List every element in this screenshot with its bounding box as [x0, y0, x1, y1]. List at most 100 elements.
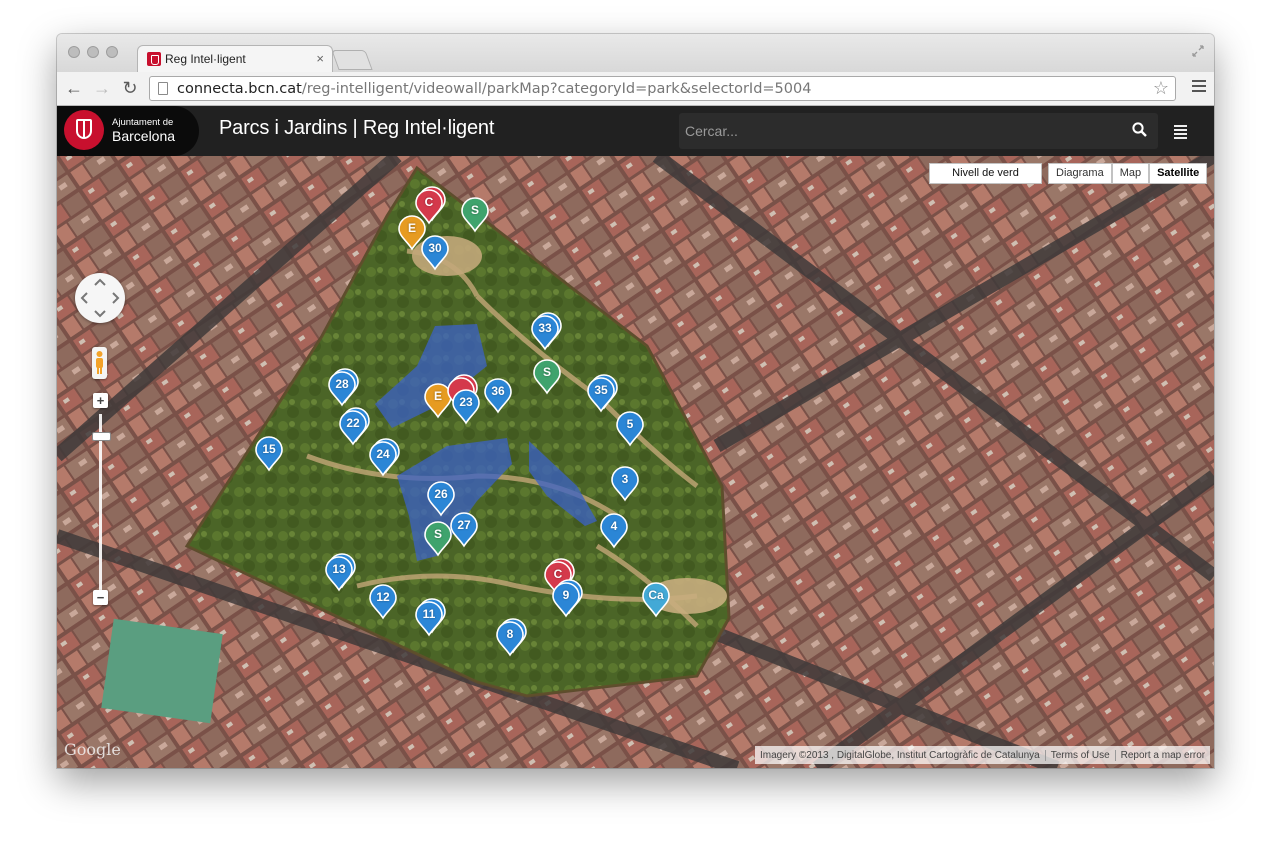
street-view-pegman-icon[interactable] — [92, 347, 107, 379]
marker-label: 9 — [562, 588, 570, 602]
search-input[interactable] — [683, 118, 1107, 144]
marker-label: 12 — [376, 590, 390, 604]
marker-label: S — [470, 203, 479, 217]
satellite-map[interactable]: Nivell de verd Diagrama Map Satellite + … — [57, 156, 1214, 768]
bookmark-star-icon[interactable]: ☆ — [1153, 78, 1169, 99]
pan-control[interactable] — [75, 273, 125, 323]
marker-label: 13 — [332, 562, 346, 576]
map-marker-23[interactable]: 23 — [452, 389, 480, 425]
browser-window: Reg Intel·ligent × ← → ↻ connecta.bcn.ca… — [57, 34, 1214, 768]
marker-label: S — [433, 527, 442, 541]
zoom-out-button[interactable]: − — [93, 590, 108, 605]
logo-line2: Barcelona — [112, 128, 176, 144]
map-type-control: Diagrama Map Satellite — [1048, 163, 1208, 184]
url-path: /reg-intelligent/videowall/parkMap?categ… — [301, 81, 812, 97]
map-marker-12[interactable]: 12 — [369, 584, 397, 620]
marker-label: 28 — [335, 377, 349, 391]
terms-of-use-link[interactable]: Terms of Use — [1046, 749, 1116, 761]
map-attribution: Imagery ©2013 , DigitalGlobe, Institut C… — [755, 746, 1211, 764]
search-bar — [679, 113, 1158, 149]
map-marker-3[interactable]: 3 — [611, 466, 639, 502]
tab-title: Reg Intel·ligent — [165, 52, 246, 66]
map-marker-27[interactable]: 27 — [450, 512, 478, 548]
marker-label: 35 — [594, 383, 608, 397]
fullscreen-icon[interactable] — [1192, 45, 1204, 57]
logo-line1: Ajuntament de — [112, 117, 174, 128]
browser-tab[interactable]: Reg Intel·ligent × — [137, 45, 333, 72]
map-marker-8[interactable]: 8 — [496, 618, 527, 657]
marker-label: 33 — [538, 321, 552, 335]
marker-label: 15 — [262, 442, 276, 456]
pegman-figure-icon — [96, 351, 103, 374]
map-marker-11[interactable]: 11 — [415, 598, 446, 637]
marker-label: 4 — [610, 519, 618, 533]
new-tab-button[interactable] — [331, 50, 373, 70]
hamburger-menu-icon[interactable] — [1174, 125, 1187, 141]
marker-label: 5 — [626, 417, 634, 431]
map-marker-4[interactable]: 4 — [600, 513, 628, 549]
close-window-button[interactable] — [68, 46, 80, 58]
report-map-error-link[interactable]: Report a map error — [1116, 750, 1210, 761]
zoom-in-button[interactable]: + — [93, 393, 108, 408]
google-logo[interactable]: Google — [64, 740, 121, 759]
map-marker-33[interactable]: 33 — [531, 312, 562, 351]
map-marker-15[interactable]: 15 — [255, 436, 283, 472]
marker-label: 11 — [422, 607, 436, 621]
zoom-window-button[interactable] — [106, 46, 118, 58]
tab-close-button[interactable]: × — [316, 51, 324, 66]
app-header: Ajuntament de Barcelona Parcs i Jardins … — [57, 106, 1214, 157]
reload-button[interactable]: ↻ — [119, 77, 141, 99]
browser-menu-icon[interactable] — [1192, 80, 1206, 95]
url-text[interactable]: connecta.bcn.cat/reg-intelligent/videowa… — [177, 81, 811, 97]
browser-toolbar: ← → ↻ connecta.bcn.cat/reg-intelligent/v… — [57, 72, 1214, 106]
marker-label: 26 — [434, 487, 448, 501]
back-button[interactable]: ← — [63, 77, 85, 99]
map-marker-5[interactable]: 5 — [616, 411, 644, 447]
page-icon — [158, 82, 168, 95]
map-marker-30[interactable]: 30 — [421, 235, 449, 271]
map-marker-26[interactable]: 26 — [427, 481, 455, 517]
forward-button[interactable]: → — [91, 77, 113, 99]
map-marker-28[interactable]: 28 — [328, 368, 359, 407]
window-controls — [68, 46, 118, 58]
map-marker-s[interactable]: S — [533, 359, 561, 395]
marker-label: S — [542, 365, 551, 379]
marker-label: 36 — [491, 384, 505, 398]
marker-label: 23 — [459, 395, 473, 409]
map-marker-ca[interactable]: Ca — [642, 582, 670, 618]
map-marker-13[interactable]: 13 — [325, 553, 356, 592]
map-marker-9[interactable]: 9 — [552, 579, 583, 618]
nivell-de-verd-button[interactable]: Nivell de verd — [929, 163, 1042, 184]
map-marker-36[interactable]: 36 — [484, 378, 512, 414]
imagery-credit: Imagery ©2013 , DigitalGlobe, Institut C… — [755, 749, 1046, 761]
map-type-satellite[interactable]: Satellite — [1149, 163, 1208, 184]
marker-label: 27 — [457, 518, 471, 532]
marker-label: 8 — [506, 627, 514, 641]
barcelona-emblem-icon — [64, 110, 104, 150]
url-host: connecta.bcn.cat — [177, 81, 302, 97]
tab-strip: Reg Intel·ligent × — [57, 34, 1214, 72]
map-marker-35[interactable]: 35 — [587, 374, 618, 413]
marker-label: C — [424, 195, 434, 209]
map-marker-24[interactable]: 24 — [369, 438, 400, 477]
marker-label: 24 — [376, 447, 390, 461]
satellite-imagery — [57, 156, 1214, 768]
marker-label: E — [407, 221, 416, 235]
minimize-window-button[interactable] — [87, 46, 99, 58]
barcelona-favicon-icon — [147, 52, 161, 66]
map-marker-s[interactable]: S — [424, 521, 452, 557]
map-marker-s[interactable]: S — [461, 197, 489, 233]
marker-label: C — [553, 567, 563, 581]
search-icon[interactable] — [1132, 122, 1147, 137]
pan-arrows-icon — [80, 278, 120, 318]
marker-label: 30 — [428, 241, 442, 255]
marker-label: Ca — [648, 588, 664, 602]
ajuntament-logo[interactable]: Ajuntament de Barcelona — [57, 106, 199, 156]
map-marker-22[interactable]: 22 — [339, 407, 370, 446]
map-type-diagrama[interactable]: Diagrama — [1048, 163, 1112, 184]
map-type-map[interactable]: Map — [1111, 163, 1150, 184]
address-bar[interactable]: connecta.bcn.cat/reg-intelligent/videowa… — [149, 76, 1176, 101]
zoom-slider-handle[interactable] — [92, 432, 111, 441]
marker-label: 3 — [621, 472, 629, 486]
marker-label: 22 — [346, 416, 360, 430]
